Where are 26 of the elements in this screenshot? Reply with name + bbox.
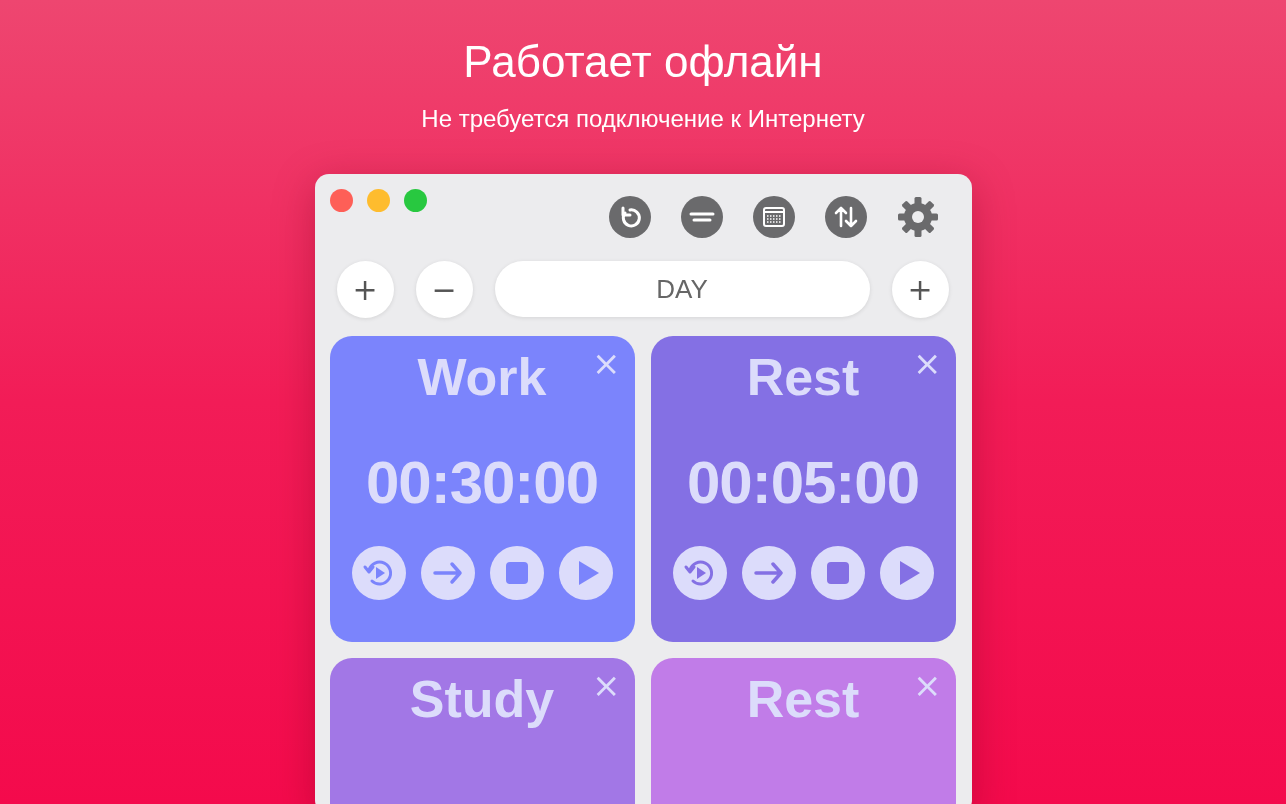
timer-time: 00:30:00 [365,448,599,518]
sort-icon[interactable] [824,196,867,238]
add-button[interactable]: + [891,260,949,318]
add-button[interactable]: + [336,260,394,318]
close-window-button[interactable] [329,189,353,212]
timer-name: Rest [746,669,860,730]
timer-name: Work [417,347,547,408]
stop-icon[interactable] [489,546,544,600]
play-icon[interactable] [879,546,934,600]
stop-icon[interactable] [810,546,865,600]
settings-icon[interactable] [896,196,939,238]
calendar-icon[interactable] [752,196,795,238]
replay-icon[interactable] [351,546,406,600]
list-icon[interactable] [680,196,723,238]
close-button[interactable]: × [913,346,942,380]
play-icon[interactable] [558,546,613,600]
zoom-window-button[interactable] [403,189,427,212]
timer-name: Study [409,669,555,730]
headline: Работает офлайн [463,36,823,88]
timer-time: 00:05:00 [686,448,920,518]
subtitle: Не требуется подключение к Интернету [421,104,865,134]
reset-icon[interactable] [608,196,651,238]
remove-button[interactable]: − [415,260,473,318]
period-selector[interactable]: DAY [494,261,870,317]
timer-name: Rest [746,347,860,408]
replay-icon[interactable] [672,546,727,600]
